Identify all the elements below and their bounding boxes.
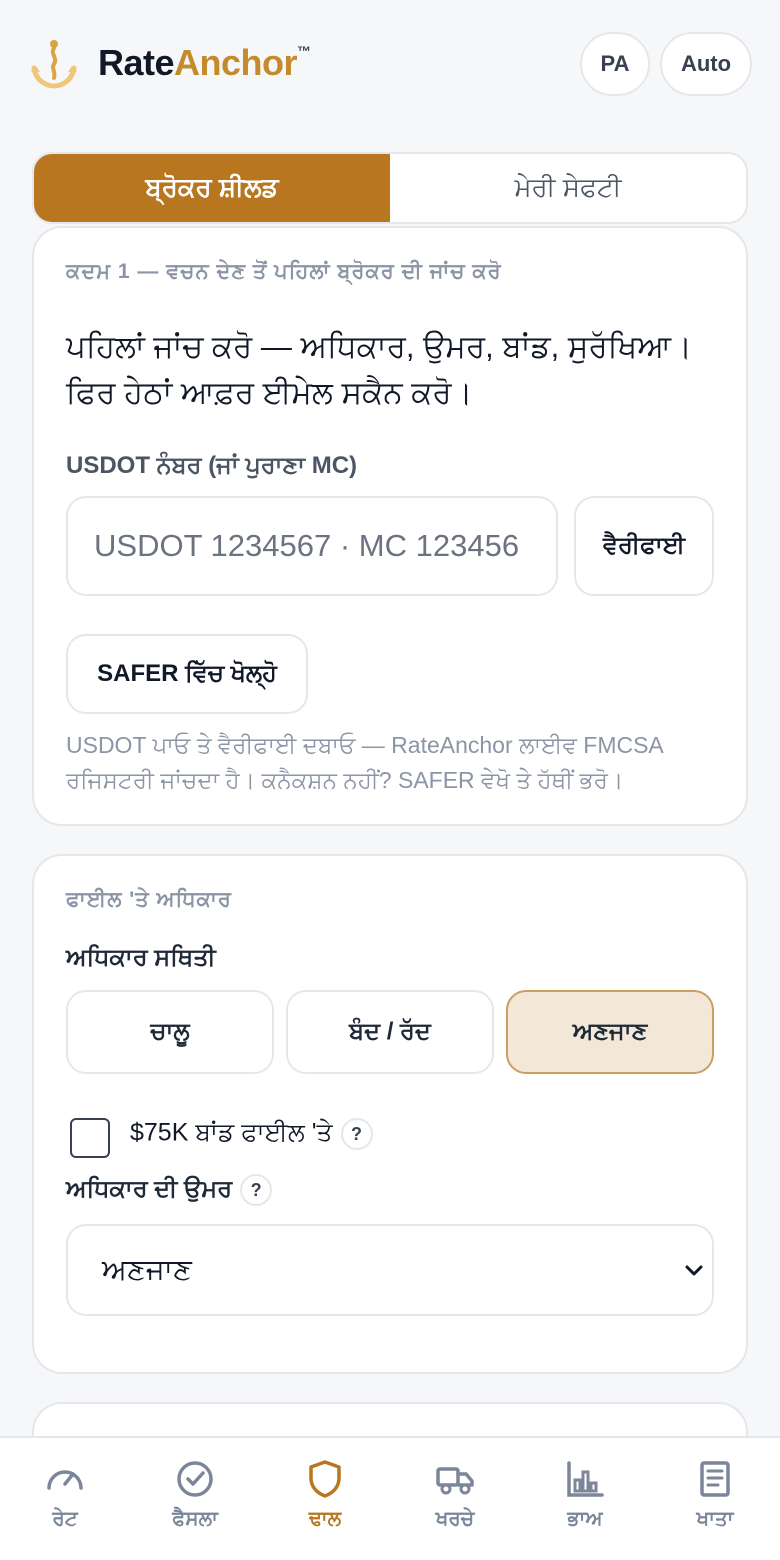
authority-kicker: ਫਾਈਲ 'ਤੇ ਅਧਿਕਾਰ — [66, 888, 232, 911]
auto-mode-button[interactable]: Auto — [660, 32, 752, 96]
brand-part-anchor: Anchor — [174, 42, 298, 83]
usdot-label: USDOT ਨੰਬਰ (ਜਾਂ ਪੁਰਾਣਾ MC) — [66, 452, 358, 479]
chevron-down-icon — [685, 1265, 703, 1276]
brand-name: RateAnchor™ — [98, 42, 311, 84]
nav-label-ledger: ਖਾਤਾ — [696, 1508, 734, 1530]
nav-item-shield[interactable]: ਢਾਲ — [260, 1438, 390, 1560]
bond-row: $75K ਬਾਂਡ ਫਾਈਲ 'ਤੇ? — [130, 1118, 373, 1150]
age-row: ਅਧਿਕਾਰ ਦੀ ਉਮਰ? — [66, 1174, 273, 1206]
check-circle-icon — [177, 1461, 213, 1497]
bottom-nav: ਰੇਟ ਫੈਸਲਾ ਢਾਲ ਖਰਚੇ ਭਾਅ ਖਾਤਾ — [0, 1436, 780, 1560]
nav-item-rate[interactable]: ਰੇਟ — [0, 1438, 130, 1560]
app-header: RateAnchor™ PA Auto — [0, 0, 780, 130]
trademark-mark: ™ — [297, 43, 311, 59]
authority-age-select[interactable]: ਅਣਜਾਣ — [66, 1224, 714, 1316]
usdot-placeholder: USDOT 1234567 · MC 123456 — [94, 528, 520, 563]
authority-card: ਫਾਈਲ 'ਤੇ ਅਧਿਕਾਰ ਅਧਿਕਾਰ ਸਥਿਤੀ ਚਾਲੂ ਬੰਦ / … — [32, 854, 748, 1374]
brand-part-rate: Rate — [98, 42, 175, 83]
nav-item-decision[interactable]: ਫੈਸਲਾ — [130, 1438, 260, 1560]
status-option-active[interactable]: ਚਾਲੂ — [66, 990, 274, 1074]
status-option-unknown[interactable]: ਅਣਜਾਣ — [506, 990, 714, 1074]
tab-my-safety[interactable]: ਮੇਰੀ ਸੇਫਟੀ — [390, 154, 746, 222]
age-label: ਅਧਿਕਾਰ ਦੀ ਉਮਰ — [66, 1175, 233, 1203]
nav-label-shield: ਢਾਲ — [308, 1508, 342, 1530]
nav-label-expenses: ਖਰਚੇ — [435, 1508, 475, 1530]
nav-label-prices: ਭਾਅ — [567, 1508, 603, 1530]
gauge-icon — [47, 1470, 83, 1490]
nav-item-expenses[interactable]: ਖਰਚੇ — [390, 1438, 520, 1560]
bond-help-icon[interactable]: ? — [340, 1118, 373, 1150]
step-kicker: ਕਦਮ 1 — ਵਚਨ ਦੇਣ ਤੋਂ ਪਹਿਲਾਂ ਬ੍ਰੋਕਰ ਦੀ ਜਾਂ… — [66, 260, 502, 283]
tab-broker-shield[interactable]: ਬ੍ਰੋਕਰ ਸ਼ੀਲਡ — [34, 154, 390, 222]
age-help-icon[interactable]: ? — [240, 1174, 273, 1206]
nav-label-decision: ਫੈਸਲਾ — [172, 1508, 218, 1530]
bond-label: $75K ਬਾਂਡ ਫਾਈਲ 'ਤੇ — [130, 1118, 333, 1147]
step-headline: ਪਹਿਲਾਂ ਜਾਂਚ ਕਰੋ — ਅਧਿਕਾਰ, ਉਮਰ, ਬਾਂਡ, ਸੁਰ… — [66, 329, 692, 410]
broker-check-card: ਕਦਮ 1 — ਵਚਨ ਦੇਣ ਤੋਂ ਪਹਿਲਾਂ ਬ੍ਰੋਕਰ ਦੀ ਜਾਂ… — [32, 226, 748, 826]
anchor-logo-icon — [31, 40, 77, 89]
language-button[interactable]: PA — [580, 32, 650, 96]
usdot-input[interactable]: USDOT 1234567 · MC 123456 — [66, 496, 558, 596]
bond-checkbox[interactable] — [70, 1118, 110, 1158]
bar-chart-icon — [567, 1461, 604, 1497]
age-selected-value: ਅਣਜਾਣ — [102, 1253, 192, 1286]
open-safer-button[interactable]: SAFER ਵਿੱਚ ਖੋਲ੍ਹੋ — [66, 634, 308, 714]
truck-icon — [436, 1467, 474, 1495]
document-icon — [700, 1461, 730, 1497]
nav-label-rate: ਰੇਟ — [52, 1508, 78, 1530]
status-option-inactive[interactable]: ਬੰਦ / ਰੱਦ — [286, 990, 494, 1074]
segmented-tabs: ਬ੍ਰੋਕਰ ਸ਼ੀਲਡ ਮੇਰੀ ਸੇਫਟੀ — [32, 152, 748, 224]
status-label: ਅਧਿਕਾਰ ਸਥਿਤੀ — [66, 944, 216, 971]
nav-item-prices[interactable]: ਭਾਅ — [520, 1438, 650, 1560]
nav-item-ledger[interactable]: ਖਾਤਾ — [650, 1438, 780, 1560]
shield-icon — [309, 1460, 341, 1498]
verify-button[interactable]: ਵੈਰੀਫਾਈ — [574, 496, 714, 596]
helper-text: USDOT ਪਾਓ ਤੇ ਵੈਰੀਫਾਈ ਦਬਾਓ — RateAnchor ਲ… — [66, 732, 663, 793]
